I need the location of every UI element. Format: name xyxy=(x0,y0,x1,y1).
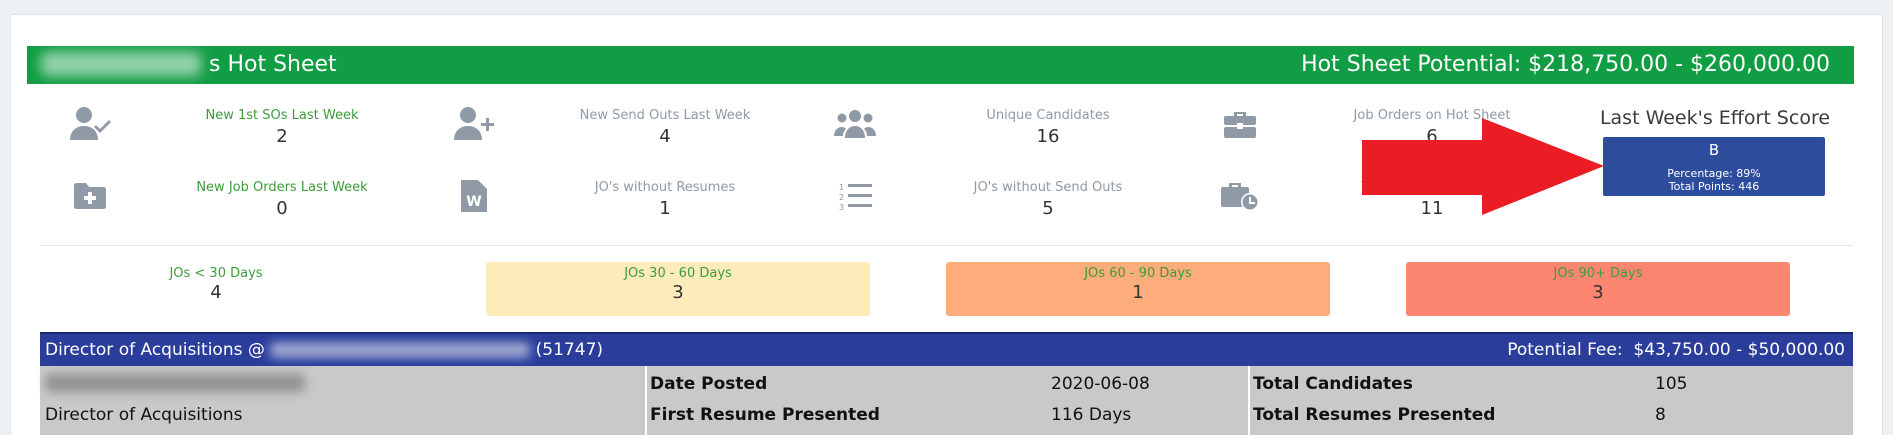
stat-label: Unique Candidates xyxy=(986,108,1110,123)
age-label: JOs 90+ Days xyxy=(1553,266,1643,281)
stat-unique-candidates: Unique Candidates 16 xyxy=(928,108,1168,148)
age-value: 1 xyxy=(1132,282,1144,303)
first-resume-label: First Resume Presented xyxy=(650,405,880,425)
stat-jos-without-resumes: JO's without Resumes 1 xyxy=(545,180,785,220)
hot-sheet-potential: Hot Sheet Potential: $218,750.00 - $260,… xyxy=(1301,52,1830,77)
svg-text:2: 2 xyxy=(839,193,844,202)
effort-grade: B xyxy=(1708,141,1720,159)
job-order-details xyxy=(40,366,1853,435)
hot-sheet-header: s Hot Sheet Hot Sheet Potential: $218,75… xyxy=(27,46,1854,84)
effort-score-box: B Percentage: 89% Total Points: 446 xyxy=(1603,137,1825,196)
stat-label: JO's without Resumes xyxy=(594,180,736,195)
stat-value: 5 xyxy=(1042,198,1054,219)
section-divider xyxy=(40,245,1853,246)
age-value: 3 xyxy=(672,282,684,303)
age-label: JOs < 30 Days xyxy=(169,266,263,281)
date-posted-label: Date Posted xyxy=(650,374,768,394)
svg-text:W: W xyxy=(466,194,481,210)
age-bucket-30-60[interactable]: JOs 30 - 60 Days 3 xyxy=(486,262,870,316)
annotation-arrow-icon xyxy=(1362,118,1604,215)
user-check-icon xyxy=(68,104,112,144)
stat-jos-without-send-outs: JO's without Send Outs 5 xyxy=(928,180,1168,220)
job-order-header[interactable]: Director of Acquisitions @ (51747) Poten… xyxy=(40,332,1853,366)
age-label: JOs 30 - 60 Days xyxy=(624,266,732,281)
position-title: Director of Acquisitions xyxy=(45,405,243,425)
owner-name-redacted xyxy=(41,52,201,76)
total-resumes-value: 8 xyxy=(1655,405,1666,425)
age-bucket-60-90[interactable]: JOs 60 - 90 Days 1 xyxy=(946,262,1330,316)
folder-plus-icon xyxy=(68,176,112,216)
column-divider xyxy=(645,366,647,435)
stat-label: New Send Outs Last Week xyxy=(579,108,751,123)
stat-value: 16 xyxy=(1036,126,1060,147)
company-name-redacted xyxy=(270,342,531,358)
stat-value: 0 xyxy=(276,198,288,219)
age-label: JOs 60 - 90 Days xyxy=(1084,266,1192,281)
total-resumes-label: Total Resumes Presented xyxy=(1253,405,1496,425)
potential-fee-label: Potential Fee: xyxy=(1507,340,1623,360)
stat-value: 1 xyxy=(659,198,671,219)
svg-text:1: 1 xyxy=(839,183,844,192)
briefcase-clock-icon xyxy=(1218,176,1262,216)
stat-value: 2 xyxy=(276,126,288,147)
stat-label: JO's without Send Outs xyxy=(973,180,1123,195)
stat-new-send-outs: New Send Outs Last Week 4 xyxy=(545,108,785,148)
stat-label: New Job Orders Last Week xyxy=(196,180,368,195)
first-resume-value: 116 Days xyxy=(1051,405,1132,425)
age-value: 3 xyxy=(1592,282,1604,303)
total-candidates-label: Total Candidates xyxy=(1253,374,1413,394)
age-bucket-under-30[interactable]: JOs < 30 Days 4 xyxy=(24,262,408,316)
briefcase-icon xyxy=(1218,104,1262,144)
age-bucket-90-plus[interactable]: JOs 90+ Days 3 xyxy=(1406,262,1790,316)
user-plus-icon xyxy=(452,104,496,144)
effort-percentage: Percentage: 89% xyxy=(1667,167,1761,180)
hot-sheet-title: s Hot Sheet xyxy=(209,52,337,77)
stat-value: 4 xyxy=(659,126,671,147)
effort-score-title: Last Week's Effort Score xyxy=(1599,107,1831,129)
word-file-icon: W xyxy=(452,176,496,216)
potential-fee-value: $43,750.00 - $50,000.00 xyxy=(1633,340,1845,360)
total-candidates-value: 105 xyxy=(1655,374,1688,394)
company-line-redacted xyxy=(45,374,305,392)
svg-text:3: 3 xyxy=(839,203,844,211)
column-divider xyxy=(1248,366,1250,435)
date-posted-value: 2020-06-08 xyxy=(1051,374,1150,394)
age-value: 4 xyxy=(210,282,222,303)
effort-total-points: Total Points: 446 xyxy=(1668,180,1760,193)
job-order-title: Director of Acquisitions @ xyxy=(45,340,265,360)
numbered-list-icon: 123 xyxy=(833,176,877,216)
stat-label: New 1st SOs Last Week xyxy=(205,108,359,123)
stat-new-job-orders: New Job Orders Last Week 0 xyxy=(162,180,402,220)
stat-new-1st-sos: New 1st SOs Last Week 2 xyxy=(162,108,402,148)
users-icon xyxy=(833,104,877,144)
job-order-id: (51747) xyxy=(535,340,604,360)
